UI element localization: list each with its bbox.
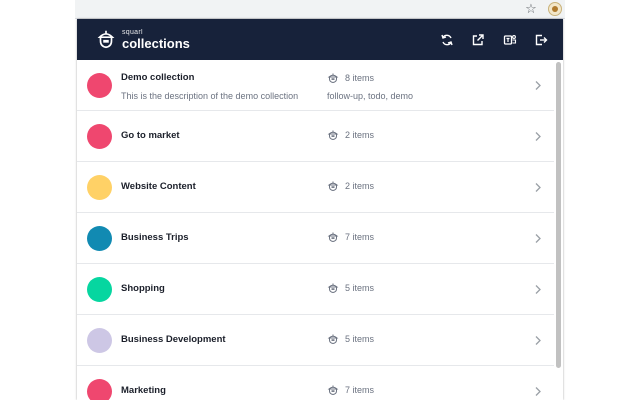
collection-row[interactable]: Marketing 7 items [77, 366, 554, 400]
item-count-text: 2 items [345, 181, 375, 191]
chevron-right-icon-wrap[interactable] [534, 131, 542, 142]
collection-name: Go to market [121, 130, 180, 141]
chevron-right-icon [535, 81, 541, 90]
sync-button[interactable] [440, 33, 454, 47]
item-count: 8 items [327, 72, 374, 84]
acorn-icon [327, 334, 339, 345]
acorn-icon [327, 130, 339, 141]
acorn-icon [327, 73, 339, 84]
collection-color-dot [87, 328, 112, 353]
collection-row[interactable]: Shopping 5 items [77, 264, 554, 315]
logout-button[interactable] [534, 33, 548, 47]
collection-color-dot [87, 226, 112, 251]
collection-name: Marketing [121, 385, 166, 396]
chevron-right-icon [535, 336, 541, 345]
collection-row[interactable]: Business Development 5 items [77, 315, 554, 366]
chevron-right-icon-wrap[interactable] [534, 335, 542, 346]
item-count: 2 items [327, 129, 374, 141]
collection-row[interactable]: Website Content 2 items [77, 162, 554, 213]
chevron-right-icon [535, 285, 541, 294]
sync-icon [441, 34, 453, 46]
star-icon[interactable]: ☆ [524, 2, 538, 16]
acorn-logo-icon [97, 30, 115, 49]
logout-icon [535, 34, 548, 46]
collection-name: Shopping [121, 283, 165, 294]
collection-color-dot [87, 73, 112, 98]
extension-popup: squarl collections Demo collection This … [77, 19, 563, 400]
collection-name: Business Development [121, 334, 226, 345]
acorn-icon [327, 283, 339, 294]
item-count: 2 items [327, 180, 374, 192]
acorn-icon [327, 232, 339, 243]
collection-color-dot [87, 175, 112, 200]
collection-description: This is the description of the demo coll… [121, 91, 299, 101]
item-count-text: 7 items [345, 232, 375, 242]
item-count-text: 2 items [345, 130, 375, 140]
item-count-text: 5 items [345, 283, 375, 293]
acorn-icon [327, 385, 339, 396]
collection-row[interactable]: Demo collection This is the description o… [77, 60, 554, 111]
item-count-text: 7 items [345, 385, 375, 395]
collection-color-dot [87, 379, 112, 400]
collection-color-dot [87, 277, 112, 302]
acorn-icon [327, 181, 339, 192]
open-external-button[interactable] [471, 33, 485, 47]
chevron-right-icon [535, 387, 541, 396]
collection-list: Demo collection This is the description o… [77, 60, 554, 400]
item-count-text: 8 items [345, 73, 375, 83]
chevron-right-icon [535, 183, 541, 192]
chevron-right-icon-wrap[interactable] [534, 80, 542, 91]
collection-name: Demo collection [121, 72, 195, 83]
squarl-logo: squarl collections [95, 28, 190, 50]
teams-button[interactable] [503, 33, 517, 47]
collection-name: Website Content [121, 181, 196, 192]
scrollbar[interactable] [556, 62, 561, 368]
chevron-right-icon-wrap[interactable] [534, 182, 542, 193]
teams-icon [503, 35, 517, 45]
chevron-right-icon [535, 234, 541, 243]
logo-big-text: collections [122, 35, 190, 51]
collection-row[interactable]: Business Trips 7 items [77, 213, 554, 264]
chevron-right-icon-wrap[interactable] [534, 233, 542, 244]
item-count: 5 items [327, 333, 374, 345]
chevron-right-icon-wrap[interactable] [534, 284, 542, 295]
collection-color-dot [87, 124, 112, 149]
popup-header: squarl collections [77, 19, 563, 60]
acorn-extension-icon[interactable] [548, 2, 562, 16]
open-external-icon [472, 34, 484, 46]
item-count: 5 items [327, 282, 374, 294]
browser-toolbar [75, 0, 565, 19]
collection-row[interactable]: Go to market 2 items [77, 111, 554, 162]
chevron-right-icon-wrap[interactable] [534, 386, 542, 397]
chevron-right-icon [535, 132, 541, 141]
logo-small-text: squarl [122, 28, 143, 36]
item-count-text: 5 items [345, 334, 375, 344]
collection-tags: follow-up, todo, demo [327, 91, 414, 101]
item-count: 7 items [327, 384, 374, 396]
collection-name: Business Trips [121, 232, 189, 243]
item-count: 7 items [327, 231, 374, 243]
